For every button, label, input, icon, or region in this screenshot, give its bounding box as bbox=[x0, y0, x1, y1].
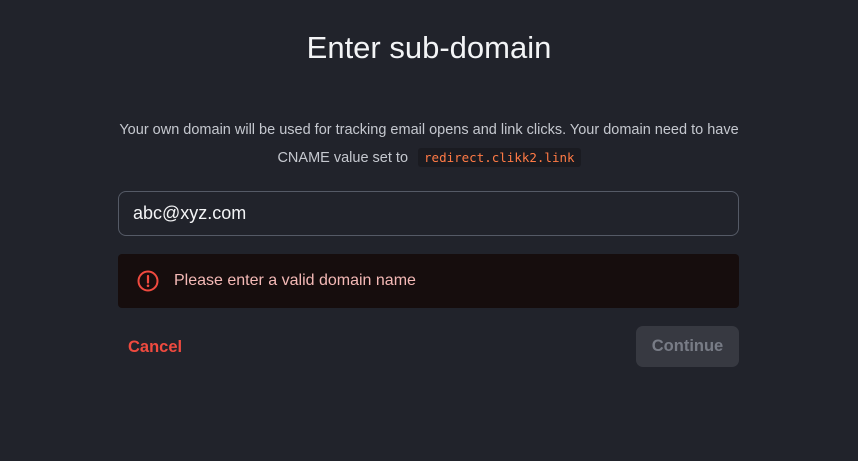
error-alert: Please enter a valid domain name bbox=[118, 254, 739, 308]
cname-value: redirect.clikk2.link bbox=[418, 148, 581, 167]
continue-button[interactable]: Continue bbox=[636, 326, 739, 367]
domain-input[interactable] bbox=[119, 192, 738, 235]
dialog-title: Enter sub-domain bbox=[306, 30, 552, 65]
cancel-button[interactable]: Cancel bbox=[118, 328, 192, 366]
error-message: Please enter a valid domain name bbox=[174, 272, 416, 289]
description-line-1: Your own domain will be used for trackin… bbox=[119, 122, 739, 138]
sub-domain-dialog: Enter sub-domain Your own domain will be… bbox=[0, 0, 858, 461]
domain-input-wrapper bbox=[118, 191, 739, 236]
error-circle-icon bbox=[137, 270, 159, 292]
dialog-description: Your own domain will be used for trackin… bbox=[110, 116, 748, 172]
description-line-2: CNAME value set to bbox=[277, 150, 409, 166]
